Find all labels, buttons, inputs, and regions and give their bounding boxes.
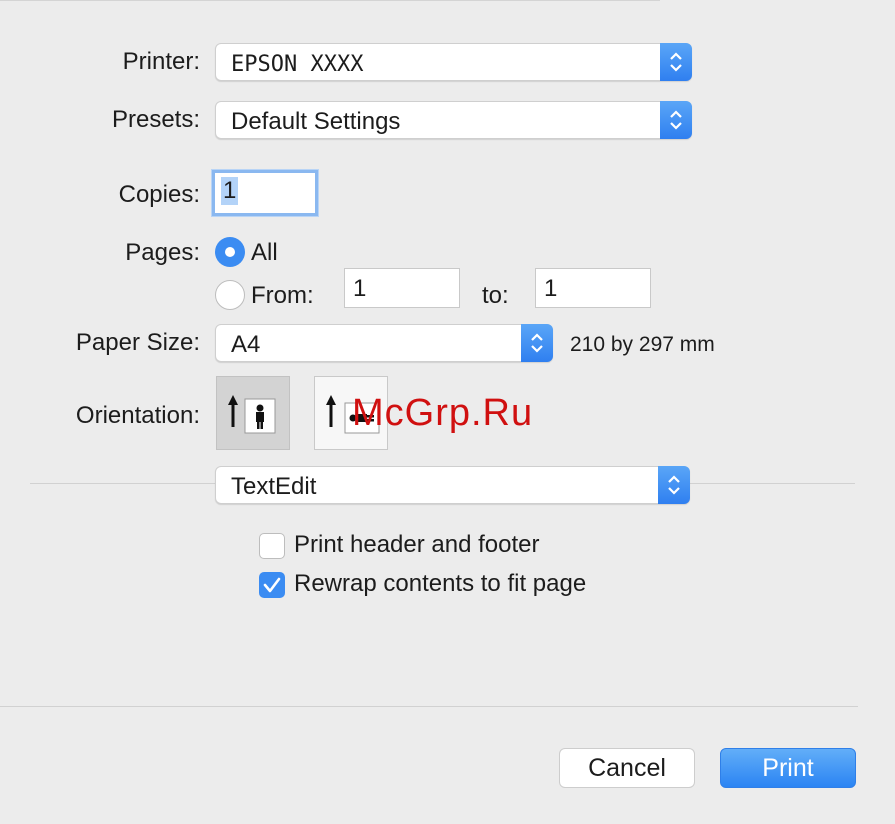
pages-to-label: to:	[482, 282, 509, 309]
top-divider	[0, 0, 660, 1]
print-header-footer-checkbox[interactable]	[259, 533, 285, 559]
printer-value: EPSON XXXX	[231, 52, 364, 77]
paper-size-label: Paper Size:	[75, 329, 200, 356]
paper-size-value: A4	[231, 331, 261, 358]
pages-label: Pages:	[125, 239, 200, 266]
pages-all-label: All	[251, 239, 278, 266]
app-options-chevron-updown-icon	[658, 466, 690, 504]
rewrap-contents-checkbox[interactable]	[259, 572, 285, 598]
orientation-label: Orientation:	[75, 402, 200, 429]
pages-to-input[interactable]: 1	[535, 268, 651, 308]
app-options-value: TextEdit	[231, 473, 317, 500]
section-divider-left	[30, 483, 215, 484]
watermark-text: McGrp.Ru	[352, 392, 534, 434]
presets-popup[interactable]: Default Settings	[215, 101, 692, 139]
pages-from-label: From:	[251, 282, 314, 309]
printer-label: Printer:	[122, 48, 200, 75]
copies-input[interactable]: 1	[212, 170, 318, 216]
cancel-button[interactable]: Cancel	[559, 748, 695, 788]
presets-label: Presets:	[111, 106, 200, 133]
copies-label: Copies:	[118, 181, 200, 208]
app-options-popup[interactable]: TextEdit	[215, 466, 690, 504]
print-header-footer-label: Print header and footer	[294, 531, 540, 558]
orientation-portrait-button[interactable]	[216, 376, 290, 450]
printer-popup[interactable]: EPSON XXXX	[215, 43, 692, 81]
paper-size-popup[interactable]: A4	[215, 324, 553, 362]
paper-dimensions: 210 by 297 mm	[570, 333, 715, 356]
presets-chevron-updown-icon	[660, 101, 692, 139]
paper-size-chevron-updown-icon	[521, 324, 553, 362]
copies-value: 1	[221, 177, 239, 205]
section-divider-right	[690, 483, 855, 484]
pages-from-value: 1	[353, 275, 367, 302]
portrait-icon	[228, 395, 276, 434]
pages-all-radio[interactable]	[215, 237, 245, 267]
print-button[interactable]: Print	[720, 748, 856, 788]
bottom-divider	[0, 706, 858, 707]
pages-to-value: 1	[544, 275, 558, 302]
pages-from-input[interactable]: 1	[344, 268, 460, 308]
printer-chevron-updown-icon	[660, 43, 692, 81]
rewrap-contents-label: Rewrap contents to fit page	[294, 570, 587, 597]
checkmark-icon	[263, 577, 281, 593]
pages-from-radio[interactable]	[215, 280, 245, 310]
presets-value: Default Settings	[231, 108, 401, 135]
